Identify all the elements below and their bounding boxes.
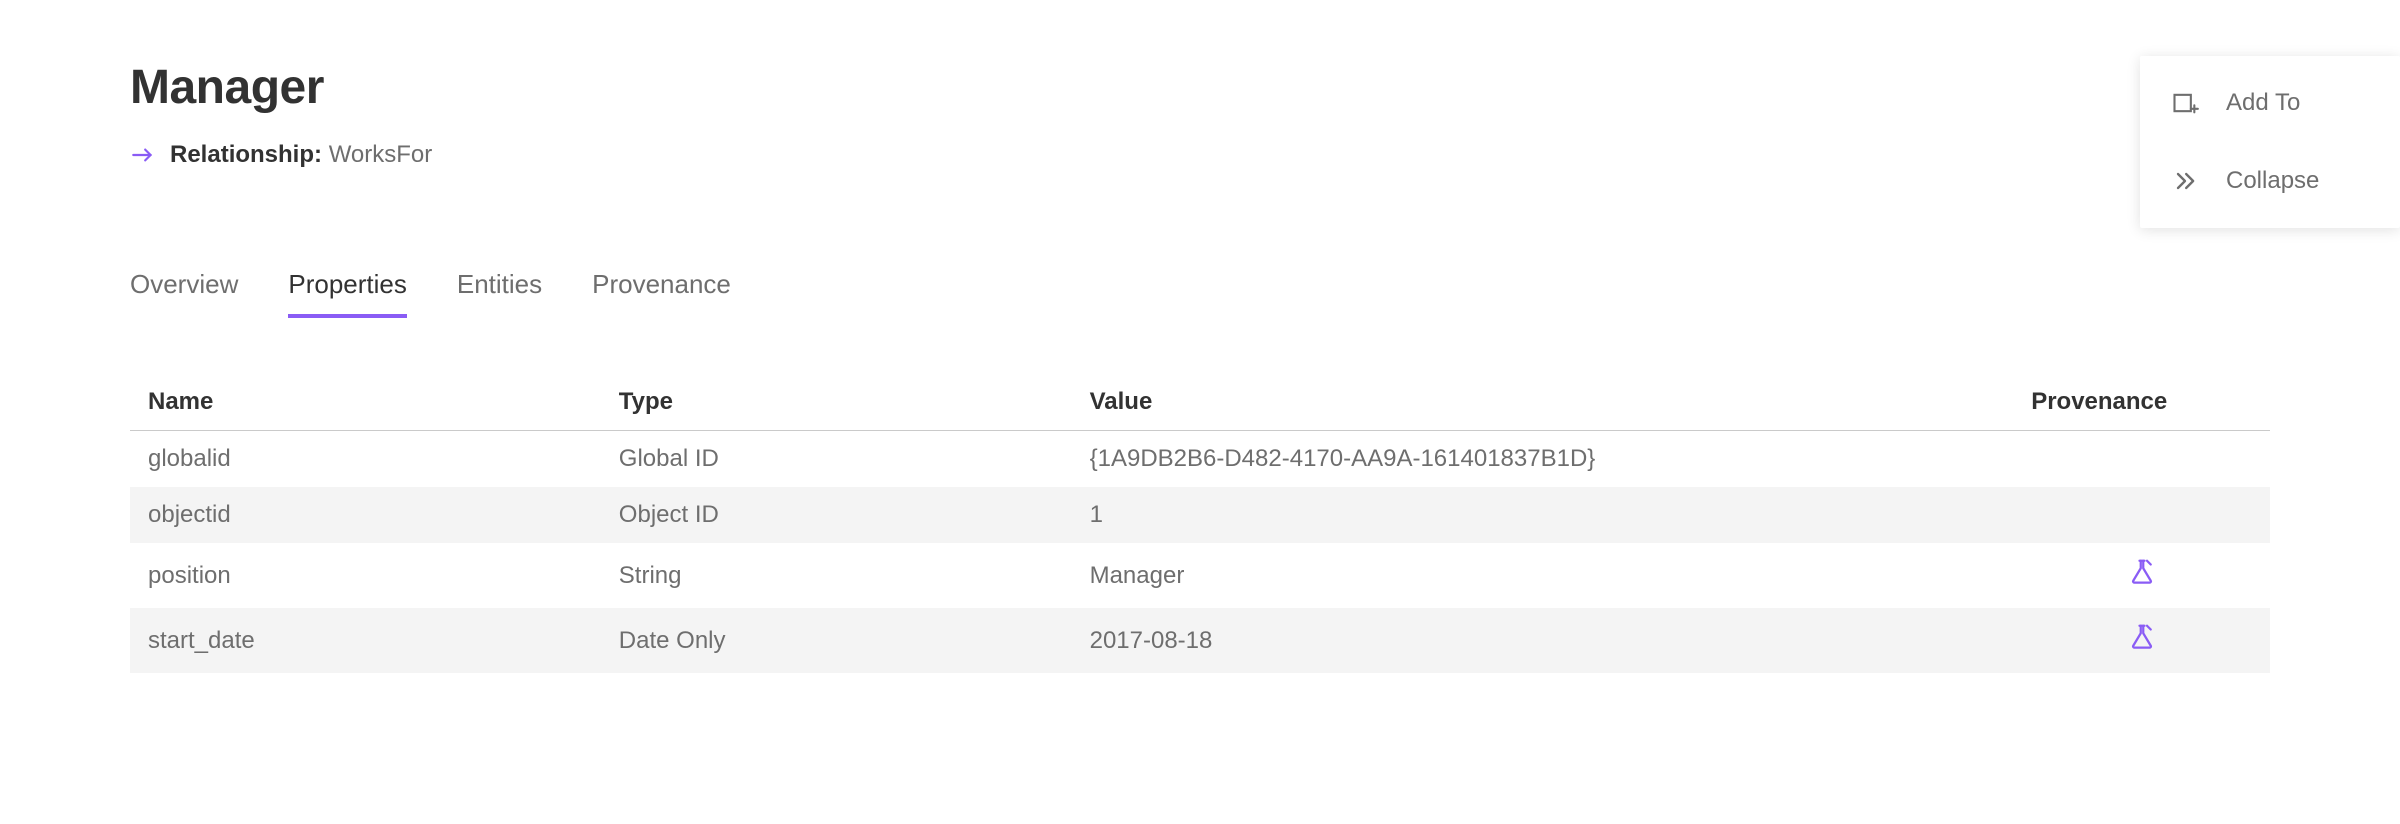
cell-name: start_date [130,608,601,673]
cell-value: 2017-08-18 [1072,608,2014,673]
table-row[interactable]: start_date Date Only 2017-08-18 [130,608,2270,673]
tab-overview[interactable]: Overview [130,269,238,318]
cell-value: {1A9DB2B6-D482-4170-AA9A-161401837B1D} [1072,431,2014,488]
tabs: Overview Properties Entities Provenance [130,269,2270,318]
cell-provenance [2013,431,2270,488]
cell-value: 1 [1072,487,2014,543]
cell-value: Manager [1072,543,2014,608]
col-header-value[interactable]: Value [1072,388,2014,431]
relationship-label: Relationship: [170,141,322,168]
page-title: Manager [130,60,2270,115]
collapse-icon [2170,166,2200,196]
tab-entities[interactable]: Entities [457,269,542,318]
cell-type: String [601,543,1072,608]
cell-provenance [2013,608,2270,673]
cell-name: objectid [130,487,601,543]
provenance-flask-icon[interactable] [2127,622,2157,652]
action-panel: Add To Collapse [2140,56,2400,228]
properties-table: Name Type Value Provenance globalid Glob… [130,388,2270,673]
tab-provenance[interactable]: Provenance [592,269,731,318]
action-collapse-label: Collapse [2226,167,2319,195]
tab-properties[interactable]: Properties [288,269,407,318]
cell-type: Date Only [601,608,1072,673]
cell-name: position [130,543,601,608]
table-row[interactable]: objectid Object ID 1 [130,487,2270,543]
arrow-right-icon [130,142,156,168]
relationship-line: Relationship: WorksFor [130,141,2270,169]
col-header-provenance[interactable]: Provenance [2013,388,2270,431]
add-to-icon [2170,88,2200,118]
table-row[interactable]: position String Manager [130,543,2270,608]
action-add-to[interactable]: Add To [2140,64,2400,142]
action-collapse[interactable]: Collapse [2140,142,2400,220]
cell-provenance [2013,543,2270,608]
cell-type: Object ID [601,487,1072,543]
cell-provenance [2013,487,2270,543]
action-add-to-label: Add To [2226,89,2300,117]
cell-name: globalid [130,431,601,488]
table-row[interactable]: globalid Global ID {1A9DB2B6-D482-4170-A… [130,431,2270,488]
provenance-flask-icon[interactable] [2127,557,2157,587]
cell-type: Global ID [601,431,1072,488]
relationship-value: WorksFor [329,141,433,168]
col-header-name[interactable]: Name [130,388,601,431]
col-header-type[interactable]: Type [601,388,1072,431]
